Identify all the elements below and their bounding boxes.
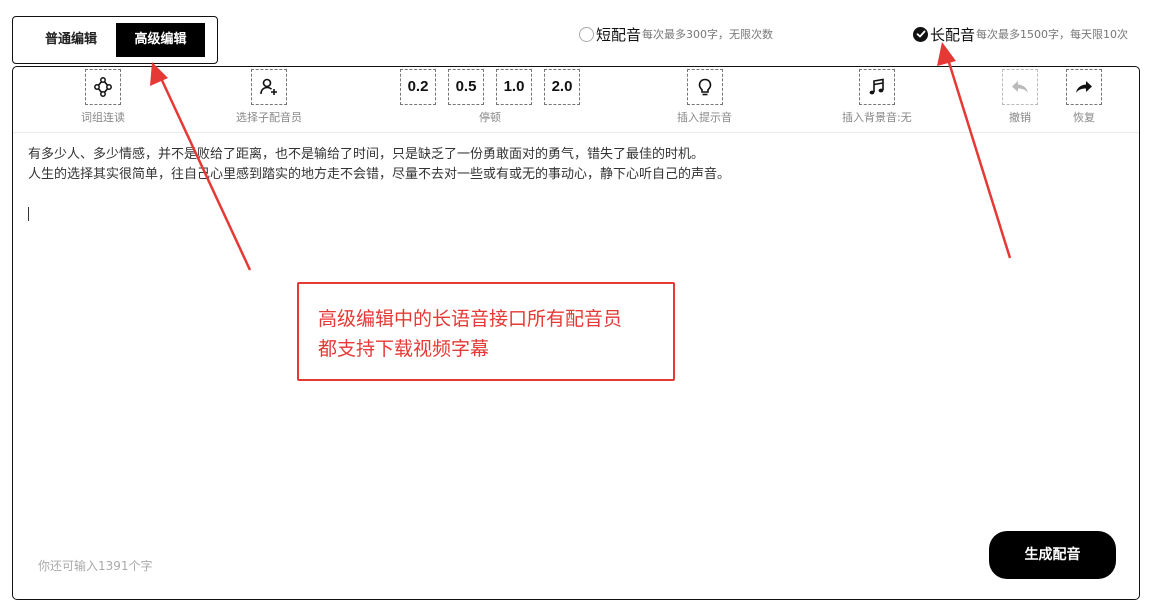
script-line-2: 人生的选择其实很简单，往自己心里感到踏实的地方走不会错，尽量不去对一些或有或无的… (28, 167, 731, 182)
long-voice-name: 长配音 (930, 25, 976, 44)
redo-label: 恢复 (1073, 111, 1095, 124)
edit-mode-switch: 普通编辑 高级编辑 (12, 16, 218, 64)
redo-icon (1076, 81, 1092, 93)
word-link-label: 词组连读 (81, 111, 125, 124)
check-icon (916, 30, 925, 38)
short-voice-radio[interactable] (579, 26, 594, 42)
pause-1-0-button[interactable]: 1.0 (496, 69, 532, 105)
redo-button[interactable] (1066, 69, 1102, 105)
short-voice-option[interactable]: 短配音 每次最多300字，无限次数 (579, 24, 773, 44)
sub-voice-label: 选择子配音员 (236, 111, 302, 124)
pause-label: 停顿 (479, 111, 501, 124)
undo-button[interactable] (1002, 69, 1038, 105)
add-user-icon (260, 78, 277, 95)
music-note-icon (869, 78, 884, 95)
generate-voice-button[interactable]: 生成配音 (989, 531, 1116, 579)
bgm-tool[interactable]: 插入背景音:无 (842, 69, 912, 125)
sub-voice-tool[interactable]: 选择子配音员 (236, 69, 302, 125)
text-caret (28, 207, 29, 221)
char-counter: 你还可输入1391个字 (38, 559, 153, 573)
pause-0-2-button[interactable]: 0.2 (400, 69, 436, 105)
undo-label: 撤销 (1009, 111, 1031, 124)
nodes-icon (94, 77, 112, 97)
undo-tool[interactable]: 撤销 (1002, 69, 1038, 125)
pause-2-0-button[interactable]: 2.0 (544, 69, 580, 105)
hint-sound-button[interactable] (686, 69, 723, 105)
annotation-line-1: 高级编辑中的长语音接口所有配音员 (318, 308, 623, 330)
advanced-edit-tab[interactable]: 高级编辑 (116, 23, 205, 57)
normal-edit-tab[interactable]: 普通编辑 (27, 23, 115, 57)
hint-sound-label: 插入提示音 (677, 111, 732, 124)
long-voice-radio[interactable] (913, 26, 928, 42)
short-voice-note: 每次最多300字，无限次数 (642, 28, 774, 41)
pause-group: 0.2 0.5 1.0 2.0 停顿 (400, 69, 580, 125)
bulb-icon (698, 78, 711, 96)
script-line-1: 有多少人、多少情感，并不是败给了距离，也不是输给了时间，只是缺乏了一份勇敢面对的… (28, 147, 705, 162)
bgm-label: 插入背景音:无 (842, 111, 912, 124)
short-voice-name: 短配音 (596, 25, 642, 44)
word-link-button[interactable] (85, 69, 121, 105)
long-voice-note: 每次最多1500字，每天限10次 (976, 28, 1129, 41)
word-link-tool[interactable]: 词组连读 (81, 69, 125, 125)
undo-icon (1012, 81, 1028, 93)
hint-sound-tool[interactable]: 插入提示音 (677, 69, 732, 125)
editor-toolbar: 词组连读 选择子配音员 0.2 0.5 1.0 2.0 停顿 插入提示音 插入背… (13, 67, 1139, 133)
pause-0-5-button[interactable]: 0.5 (448, 69, 484, 105)
annotation-line-2: 都支持下载视频字幕 (318, 338, 490, 360)
redo-tool[interactable]: 恢复 (1066, 69, 1102, 125)
bgm-button[interactable] (858, 69, 895, 105)
long-voice-option[interactable]: 长配音 每次最多1500字，每天限10次 (913, 24, 1128, 44)
annotation-callout: 高级编辑中的长语音接口所有配音员 都支持下载视频字幕 (297, 282, 675, 381)
sub-voice-button[interactable] (251, 69, 287, 105)
